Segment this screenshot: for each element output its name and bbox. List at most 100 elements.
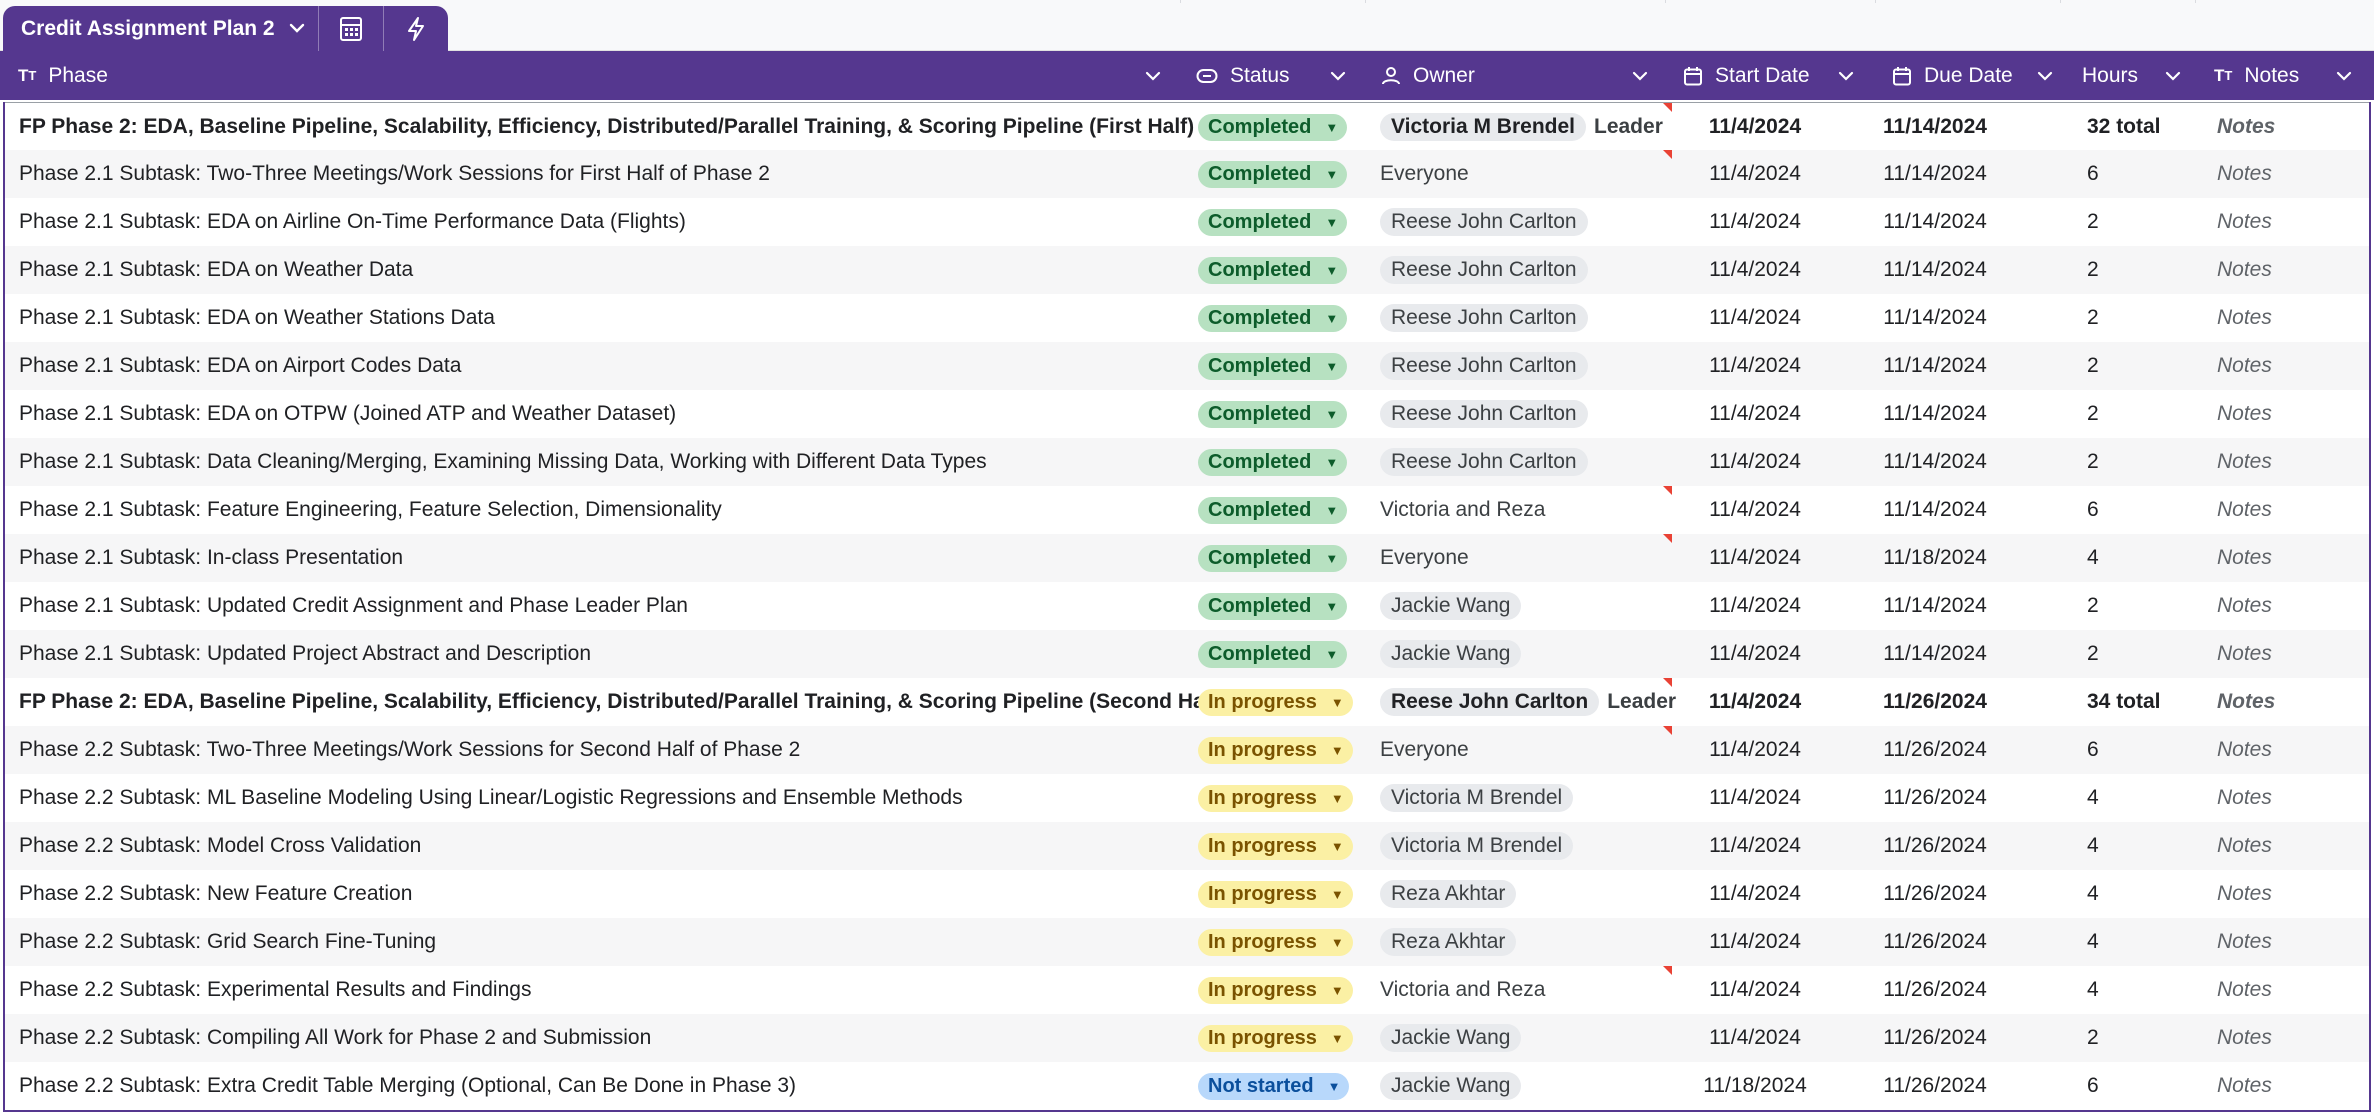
hours-cell[interactable]: 6	[2087, 150, 2099, 198]
hours-cell[interactable]: 4	[2087, 822, 2099, 870]
chevron-down-icon[interactable]	[1145, 71, 1161, 81]
status-dropdown[interactable]: In progress ▼	[1198, 688, 1353, 716]
notes-cell[interactable]: Notes	[2217, 726, 2272, 774]
hours-cell[interactable]: 6	[2087, 726, 2099, 774]
status-dropdown[interactable]: Completed ▼	[1198, 113, 1348, 141]
start-date-cell[interactable]: 11/18/2024	[1645, 1062, 1865, 1110]
owner-cell[interactable]: Victoria M Brendel	[1380, 822, 1574, 870]
status-dropdown[interactable]: Completed ▼	[1198, 400, 1348, 428]
phase-cell[interactable]: Phase 2.1 Subtask: Feature Engineering, …	[19, 486, 722, 534]
start-date-cell[interactable]: 11/4/2024	[1645, 870, 1865, 918]
hours-cell[interactable]: 2	[2087, 1014, 2099, 1062]
phase-cell[interactable]: Phase 2.2 Subtask: Compiling All Work fo…	[19, 1014, 651, 1062]
table-row[interactable]: Phase 2.1 Subtask: EDA on OTPW (Joined A…	[5, 390, 2369, 438]
chevron-down-icon[interactable]	[1632, 71, 1648, 81]
status-cell[interactable]: In progress ▼	[1198, 966, 1353, 1014]
phase-cell[interactable]: Phase 2.1 Subtask: EDA on Weather Statio…	[19, 294, 495, 342]
owner-cell[interactable]: Reese John Carlton Leader	[1380, 678, 1676, 726]
table-row[interactable]: Phase 2.2 Subtask: Two-Three Meetings/Wo…	[5, 726, 2369, 774]
status-cell[interactable]: Completed ▼	[1198, 294, 1348, 342]
phase-cell[interactable]: Phase 2.1 Subtask: In-class Presentation	[19, 534, 403, 582]
due-date-cell[interactable]: 11/14/2024	[1855, 246, 2015, 294]
phase-cell[interactable]: Phase 2.1 Subtask: Updated Project Abstr…	[19, 630, 591, 678]
start-date-cell[interactable]: 11/4/2024	[1645, 438, 1865, 486]
due-date-cell[interactable]: 11/14/2024	[1855, 390, 2015, 438]
due-date-cell[interactable]: 11/26/2024	[1855, 1014, 2015, 1062]
status-dropdown[interactable]: Completed ▼	[1198, 160, 1348, 188]
notes-cell[interactable]: Notes	[2217, 1062, 2272, 1110]
start-date-cell[interactable]: 11/4/2024	[1645, 726, 1865, 774]
column-header-hours[interactable]: Hours	[2082, 51, 2192, 100]
start-date-cell[interactable]: 11/4/2024	[1645, 486, 1865, 534]
status-dropdown[interactable]: Not started ▼	[1198, 1072, 1350, 1100]
status-dropdown[interactable]: Completed ▼	[1198, 304, 1348, 332]
table-row[interactable]: Phase 2.1 Subtask: Two-Three Meetings/Wo…	[5, 150, 2369, 198]
phase-cell[interactable]: Phase 2.2 Subtask: Experimental Results …	[19, 966, 531, 1014]
notes-cell[interactable]: Notes	[2217, 246, 2272, 294]
phase-cell[interactable]: Phase 2.1 Subtask: EDA on Weather Data	[19, 246, 413, 294]
status-cell[interactable]: Completed ▼	[1198, 150, 1348, 198]
chevron-down-icon[interactable]	[2037, 71, 2053, 81]
due-date-cell[interactable]: 11/26/2024	[1855, 1062, 2015, 1110]
column-header-phase[interactable]: TT Phase	[18, 51, 1168, 100]
phase-cell[interactable]: Phase 2.2 Subtask: Model Cross Validatio…	[19, 822, 421, 870]
chevron-down-icon[interactable]	[2336, 71, 2352, 81]
status-dropdown[interactable]: Completed ▼	[1198, 352, 1348, 380]
start-date-cell[interactable]: 11/4/2024	[1645, 774, 1865, 822]
owner-cell[interactable]: Everyone	[1380, 150, 1469, 198]
status-cell[interactable]: In progress ▼	[1198, 822, 1353, 870]
hours-cell[interactable]: 4	[2087, 774, 2099, 822]
status-cell[interactable]: In progress ▼	[1198, 1014, 1353, 1062]
due-date-cell[interactable]: 11/26/2024	[1855, 822, 2015, 870]
status-dropdown[interactable]: Completed ▼	[1198, 208, 1348, 236]
table-tab[interactable]: Credit Assignment Plan 2	[3, 6, 448, 51]
status-dropdown[interactable]: Completed ▼	[1198, 496, 1348, 524]
table-row[interactable]: Phase 2.1 Subtask: EDA on Airline On-Tim…	[5, 198, 2369, 246]
due-date-cell[interactable]: 11/14/2024	[1855, 438, 2015, 486]
start-date-cell[interactable]: 11/4/2024	[1645, 1014, 1865, 1062]
start-date-cell[interactable]: 11/4/2024	[1645, 198, 1865, 246]
phase-cell[interactable]: Phase 2.2 Subtask: Grid Search Fine-Tuni…	[19, 918, 436, 966]
owner-cell[interactable]: Victoria and Reza	[1380, 966, 1545, 1014]
notes-cell[interactable]: Notes	[2217, 150, 2272, 198]
status-cell[interactable]: In progress ▼	[1198, 870, 1353, 918]
hours-cell[interactable]: 6	[2087, 486, 2099, 534]
phase-cell[interactable]: Phase 2.1 Subtask: EDA on OTPW (Joined A…	[19, 390, 676, 438]
status-dropdown[interactable]: In progress ▼	[1198, 880, 1353, 908]
phase-cell[interactable]: Phase 2.2 Subtask: ML Baseline Modeling …	[19, 774, 963, 822]
status-cell[interactable]: In progress ▼	[1198, 774, 1353, 822]
owner-cell[interactable]: Reese John Carlton	[1380, 390, 1588, 438]
column-header-due-date[interactable]: Due Date	[1892, 51, 2062, 100]
hours-cell[interactable]: 4	[2087, 966, 2099, 1014]
table-row[interactable]: Phase 2.1 Subtask: Data Cleaning/Merging…	[5, 438, 2369, 486]
status-cell[interactable]: Completed ▼	[1198, 438, 1348, 486]
due-date-cell[interactable]: 11/14/2024	[1855, 582, 2015, 630]
table-row[interactable]: Phase 2.1 Subtask: Feature Engineering, …	[5, 486, 2369, 534]
owner-cell[interactable]: Victoria M Brendel Leader	[1380, 103, 1663, 151]
owner-cell[interactable]: Jackie Wang	[1380, 630, 1522, 678]
status-cell[interactable]: In progress ▼	[1198, 726, 1353, 774]
notes-cell[interactable]: Notes	[2217, 294, 2272, 342]
owner-cell[interactable]: Reese John Carlton	[1380, 438, 1588, 486]
owner-cell[interactable]: Everyone	[1380, 534, 1469, 582]
notes-cell[interactable]: Notes	[2217, 870, 2272, 918]
start-date-cell[interactable]: 11/4/2024	[1645, 534, 1865, 582]
status-cell[interactable]: Completed ▼	[1198, 582, 1348, 630]
notes-cell[interactable]: Notes	[2217, 198, 2272, 246]
owner-cell[interactable]: Reese John Carlton	[1380, 342, 1588, 390]
owner-cell[interactable]: Jackie Wang	[1380, 582, 1522, 630]
chevron-down-icon[interactable]	[1838, 71, 1854, 81]
due-date-cell[interactable]: 11/14/2024	[1855, 198, 2015, 246]
status-cell[interactable]: Completed ▼	[1198, 246, 1348, 294]
hours-cell[interactable]: 2	[2087, 582, 2099, 630]
table-row[interactable]: Phase 2.2 Subtask: ML Baseline Modeling …	[5, 774, 2369, 822]
start-date-cell[interactable]: 11/4/2024	[1645, 342, 1865, 390]
start-date-cell[interactable]: 11/4/2024	[1645, 390, 1865, 438]
phase-cell[interactable]: Phase 2.1 Subtask: Updated Credit Assign…	[19, 582, 688, 630]
phase-cell[interactable]: FP Phase 2: EDA, Baseline Pipeline, Scal…	[19, 678, 1225, 726]
column-header-start-date[interactable]: Start Date	[1683, 51, 1863, 100]
table-row[interactable]: Phase 2.1 Subtask: Updated Credit Assign…	[5, 582, 2369, 630]
chevron-down-icon[interactable]	[2165, 71, 2181, 81]
start-date-cell[interactable]: 11/4/2024	[1645, 678, 1865, 726]
due-date-cell[interactable]: 11/14/2024	[1855, 342, 2015, 390]
